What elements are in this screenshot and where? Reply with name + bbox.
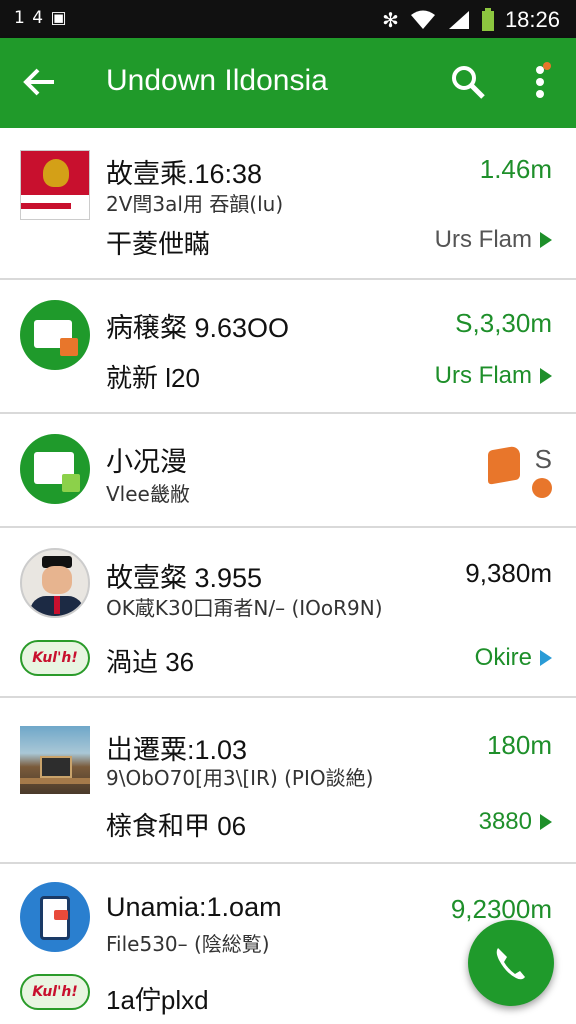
list-item[interactable]: 病穣粲 9.63OO 就新 l20 S,3,30m Urs Flam xyxy=(0,282,576,414)
item-subtitle: 2V閆3al用 吞韻(lu) xyxy=(106,192,284,216)
chevron-right-icon xyxy=(540,232,552,248)
more-options-icon[interactable] xyxy=(530,62,554,102)
chevron-right-icon xyxy=(540,650,552,666)
tag-icon xyxy=(488,445,520,485)
item-subtitle: 9\ObO70[用3\[IR) (PIO談絶) xyxy=(106,766,374,790)
brand-logo: Kul'h! xyxy=(20,974,90,1010)
item-name: 故壹乘.16:38 xyxy=(106,159,263,189)
status-left-text: 1 4 ▣ xyxy=(14,8,68,28)
call-fab-button[interactable] xyxy=(468,920,554,1006)
action-label: Urs Flam xyxy=(434,226,532,253)
back-arrow-icon[interactable] xyxy=(22,64,58,100)
search-icon[interactable] xyxy=(450,64,486,100)
list-item[interactable]: 故壹乘.16:38 2V閆3al用 吞韻(lu) 干菱伳瞞 1.46m Urs … xyxy=(0,128,576,280)
item-subtitle: OK蔵K30囗甭者N/– (IOoR9N) xyxy=(106,596,383,620)
action-label: 3880 xyxy=(478,808,532,835)
item-amount: 180m xyxy=(486,730,552,760)
item-amount: 9,380m xyxy=(465,558,552,588)
chevron-right-icon xyxy=(540,368,552,384)
status-bar: 1 4 ▣ ✻ 18:26 xyxy=(0,0,576,38)
list-item[interactable]: 故壹粲 3.955 OK蔵K30囗甭者N/– (IOoR9N) Kul'h! 渦… xyxy=(0,530,576,698)
item-action-button[interactable]: Urs Flam xyxy=(435,362,552,390)
flag-emblem-thumbnail xyxy=(20,150,90,220)
item-detail: 渦迠 36 xyxy=(106,647,195,677)
message-add-icon xyxy=(20,434,90,504)
item-amount: S xyxy=(534,444,552,474)
action-label: Okire xyxy=(474,644,532,671)
vibrate-icon: ✻ xyxy=(382,8,399,32)
item-action-button[interactable]: Urs Flam xyxy=(435,226,552,254)
list-item[interactable]: 小况漫 Vlee畿敝 S xyxy=(0,416,576,528)
item-detail: 1a佇plxd xyxy=(106,985,209,1015)
list-item[interactable]: 岀遷粟:1.03 9\ObO70[用3\[IR) (PIO談絶) 榇食和甲 06… xyxy=(0,700,576,864)
item-action-button[interactable]: Okire xyxy=(475,644,552,672)
item-name: Unamia:1.oam xyxy=(106,892,282,922)
chevron-right-icon xyxy=(540,814,552,830)
avatar xyxy=(20,548,90,618)
item-subtitle: Vlee畿敝 xyxy=(106,482,190,506)
item-name: 故壹粲 3.955 xyxy=(106,563,263,593)
action-label: Urs Flam xyxy=(434,362,532,389)
battery-icon xyxy=(481,8,494,31)
item-name: 小况漫 xyxy=(106,447,187,477)
item-name: 病穣粲 9.63OO xyxy=(106,313,290,343)
item-action-button[interactable]: 3880 xyxy=(479,808,552,836)
brand-logo: Kul'h! xyxy=(20,640,90,676)
edit-icon[interactable] xyxy=(532,478,552,498)
wifi-icon xyxy=(410,10,435,29)
app-bar: Undown Ildonsia xyxy=(0,38,576,128)
item-amount: S,3,30m xyxy=(455,308,552,338)
item-subtitle: File530– (陰総覧) xyxy=(106,932,270,956)
item-amount: 1.46m xyxy=(479,154,552,184)
phone-icon xyxy=(496,948,525,980)
item-detail: 榇食和甲 06 xyxy=(106,811,247,841)
item-detail: 就新 l20 xyxy=(106,363,200,393)
building-photo-thumbnail xyxy=(20,726,90,794)
signal-icon xyxy=(448,11,469,29)
item-detail: 干菱伳瞞 xyxy=(106,229,211,259)
page-title: Undown Ildonsia xyxy=(106,64,328,97)
chat-app-icon xyxy=(20,300,90,370)
phone-app-icon xyxy=(20,882,90,952)
status-time: 18:26 xyxy=(504,7,560,32)
